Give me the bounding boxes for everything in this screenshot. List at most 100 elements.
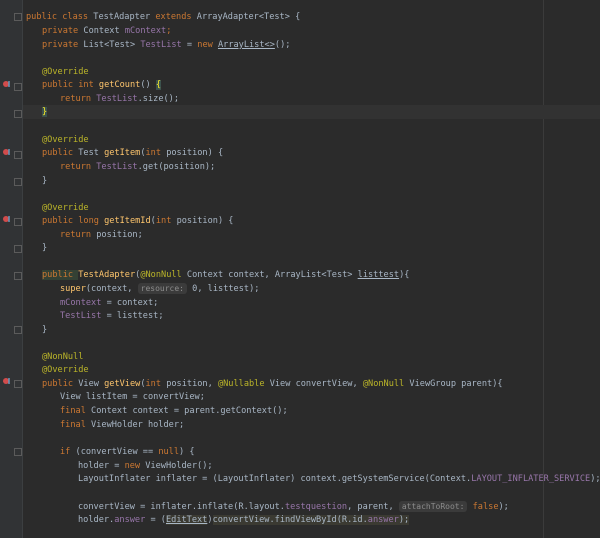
keyword: public	[42, 270, 79, 280]
code-text: ){	[399, 270, 410, 280]
code-line[interactable]: public View getView(int position, @Nulla…	[42, 377, 503, 391]
code-line[interactable]: TestList = listtest;	[60, 309, 164, 323]
code-line[interactable]: holder.answer = (EditText)convertView.fi…	[78, 513, 410, 527]
code-line[interactable]: @Override	[42, 201, 89, 215]
keyword: return	[60, 162, 97, 172]
gutter-divider	[22, 0, 23, 538]
code-line[interactable]: return position;	[60, 228, 143, 242]
fold-toggle-icon[interactable]	[14, 326, 22, 334]
field-name: TestList	[96, 162, 138, 172]
keyword: public long	[42, 216, 105, 226]
constant-name: LAYOUT_INFLATER_SERVICE	[471, 474, 591, 484]
fold-toggle-icon[interactable]	[14, 178, 22, 186]
code-text: LayoutInflater inflater = (LayoutInflate…	[78, 474, 472, 484]
code-line[interactable]: public long getItemId(int position) {	[42, 214, 233, 228]
fold-toggle-icon[interactable]	[14, 83, 22, 91]
code-text: List<Test>	[83, 40, 141, 50]
code-line[interactable]: @Override	[42, 133, 89, 147]
code-line[interactable]: }	[42, 105, 48, 119]
code-text: }	[42, 325, 48, 335]
code-text: Context context, ArrayList<Test>	[186, 270, 358, 280]
keyword: private	[42, 26, 84, 36]
fold-toggle-icon[interactable]	[14, 380, 22, 388]
annotation: @NonNull	[140, 270, 187, 280]
code-text: , parent,	[347, 502, 399, 512]
code-line[interactable]: }	[42, 241, 47, 255]
keyword: extends	[155, 12, 197, 22]
annotation: @Override	[42, 67, 89, 77]
override-marker-icon[interactable]	[2, 147, 12, 157]
code-line[interactable]: LayoutInflater inflater = (LayoutInflate…	[78, 472, 600, 486]
method-name: super	[60, 284, 86, 294]
fold-toggle-icon[interactable]	[14, 272, 22, 280]
code-text: = listtest;	[101, 311, 164, 321]
method-name: getItem	[104, 148, 141, 158]
code-text: View convertView,	[269, 379, 363, 389]
keyword: public	[42, 148, 79, 158]
code-line[interactable]: @Override	[42, 65, 89, 79]
keyword: return	[60, 230, 97, 240]
code-text: );	[498, 502, 509, 512]
parameter-hint: resource:	[137, 283, 187, 294]
field-name: TestList	[60, 311, 102, 321]
code-text: 0, listtest);	[186, 284, 260, 294]
code-text: ArrayList<>	[217, 40, 275, 50]
code-text: holder =	[78, 461, 125, 471]
code-line[interactable]: return TestList.size();	[60, 92, 179, 106]
code-text: ViewHolder holder;	[91, 420, 185, 430]
code-line[interactable]: final ViewHolder holder;	[60, 418, 184, 432]
code-line[interactable]: convertView = inflater.inflate(R.layout.…	[78, 500, 509, 514]
fold-toggle-icon[interactable]	[14, 218, 22, 226]
override-marker-icon[interactable]	[2, 214, 12, 224]
code-text: position,	[166, 379, 218, 389]
parameter-hint: attachToRoot:	[398, 501, 468, 512]
fold-toggle-icon[interactable]	[14, 13, 22, 21]
code-line[interactable]: public class TestAdapter extends ArrayAd…	[26, 10, 300, 24]
code-line[interactable]: final Context context = parent.getContex…	[60, 404, 288, 418]
field-name: TestList	[140, 40, 182, 50]
code-text: Context context = parent.getContext();	[91, 406, 288, 416]
code-line[interactable]: }	[42, 323, 47, 337]
fold-toggle-icon[interactable]	[14, 110, 22, 118]
keyword: null	[158, 447, 180, 457]
method-name: TestAdapter	[78, 270, 136, 280]
code-line[interactable]: public TestAdapter(@NonNull Context cont…	[42, 268, 409, 282]
field-name: answer	[367, 515, 399, 525]
code-line[interactable]: holder = new ViewHolder();	[78, 459, 213, 473]
code-text: Context	[83, 26, 125, 36]
keyword: new	[124, 461, 146, 471]
override-marker-icon[interactable]	[2, 376, 12, 386]
code-line[interactable]: public Test getItem(int position) {	[42, 146, 223, 160]
override-marker-icon[interactable]	[2, 79, 12, 89]
current-line-highlight	[23, 105, 600, 119]
code-line[interactable]: View listItem = convertView;	[60, 390, 205, 404]
field-name: answer	[114, 515, 146, 525]
code-line[interactable]: private Context mContext;	[42, 24, 171, 38]
keyword: final	[60, 420, 92, 430]
code-line[interactable]: super(context, resource: 0, listtest);	[60, 282, 259, 296]
code-editor[interactable]: public class TestAdapter extends ArrayAd…	[0, 0, 600, 538]
code-line[interactable]: }	[42, 174, 47, 188]
code-text: position) {	[166, 148, 224, 158]
code-text: = (	[145, 515, 166, 525]
fold-toggle-icon[interactable]	[14, 151, 22, 159]
fold-toggle-icon[interactable]	[14, 448, 22, 456]
code-text: (context,	[85, 284, 138, 294]
fold-toggle-icon[interactable]	[14, 245, 22, 253]
code-text: .get(position);	[137, 162, 216, 172]
code-text: convertView = inflater.inflate(R.layout.	[78, 502, 285, 512]
code-line[interactable]: public int getCount() {	[42, 78, 162, 92]
code-line[interactable]: if (convertView == null) {	[60, 445, 195, 459]
keyword: private	[42, 40, 84, 50]
code-line[interactable]: @NonNull	[42, 350, 83, 364]
code-line[interactable]: private List<Test> TestList = new ArrayL…	[42, 38, 290, 52]
code-line[interactable]: mContext = context;	[60, 296, 158, 310]
code-text: ()	[140, 80, 156, 90]
field-name: mContext	[60, 298, 102, 308]
code-line[interactable]: @Override	[42, 363, 89, 377]
code-text: listtest	[357, 270, 400, 280]
code-line[interactable]: return TestList.get(position);	[60, 160, 215, 174]
method-name: getItemId	[104, 216, 151, 226]
keyword: public	[42, 379, 79, 389]
method-name: getView	[104, 379, 141, 389]
